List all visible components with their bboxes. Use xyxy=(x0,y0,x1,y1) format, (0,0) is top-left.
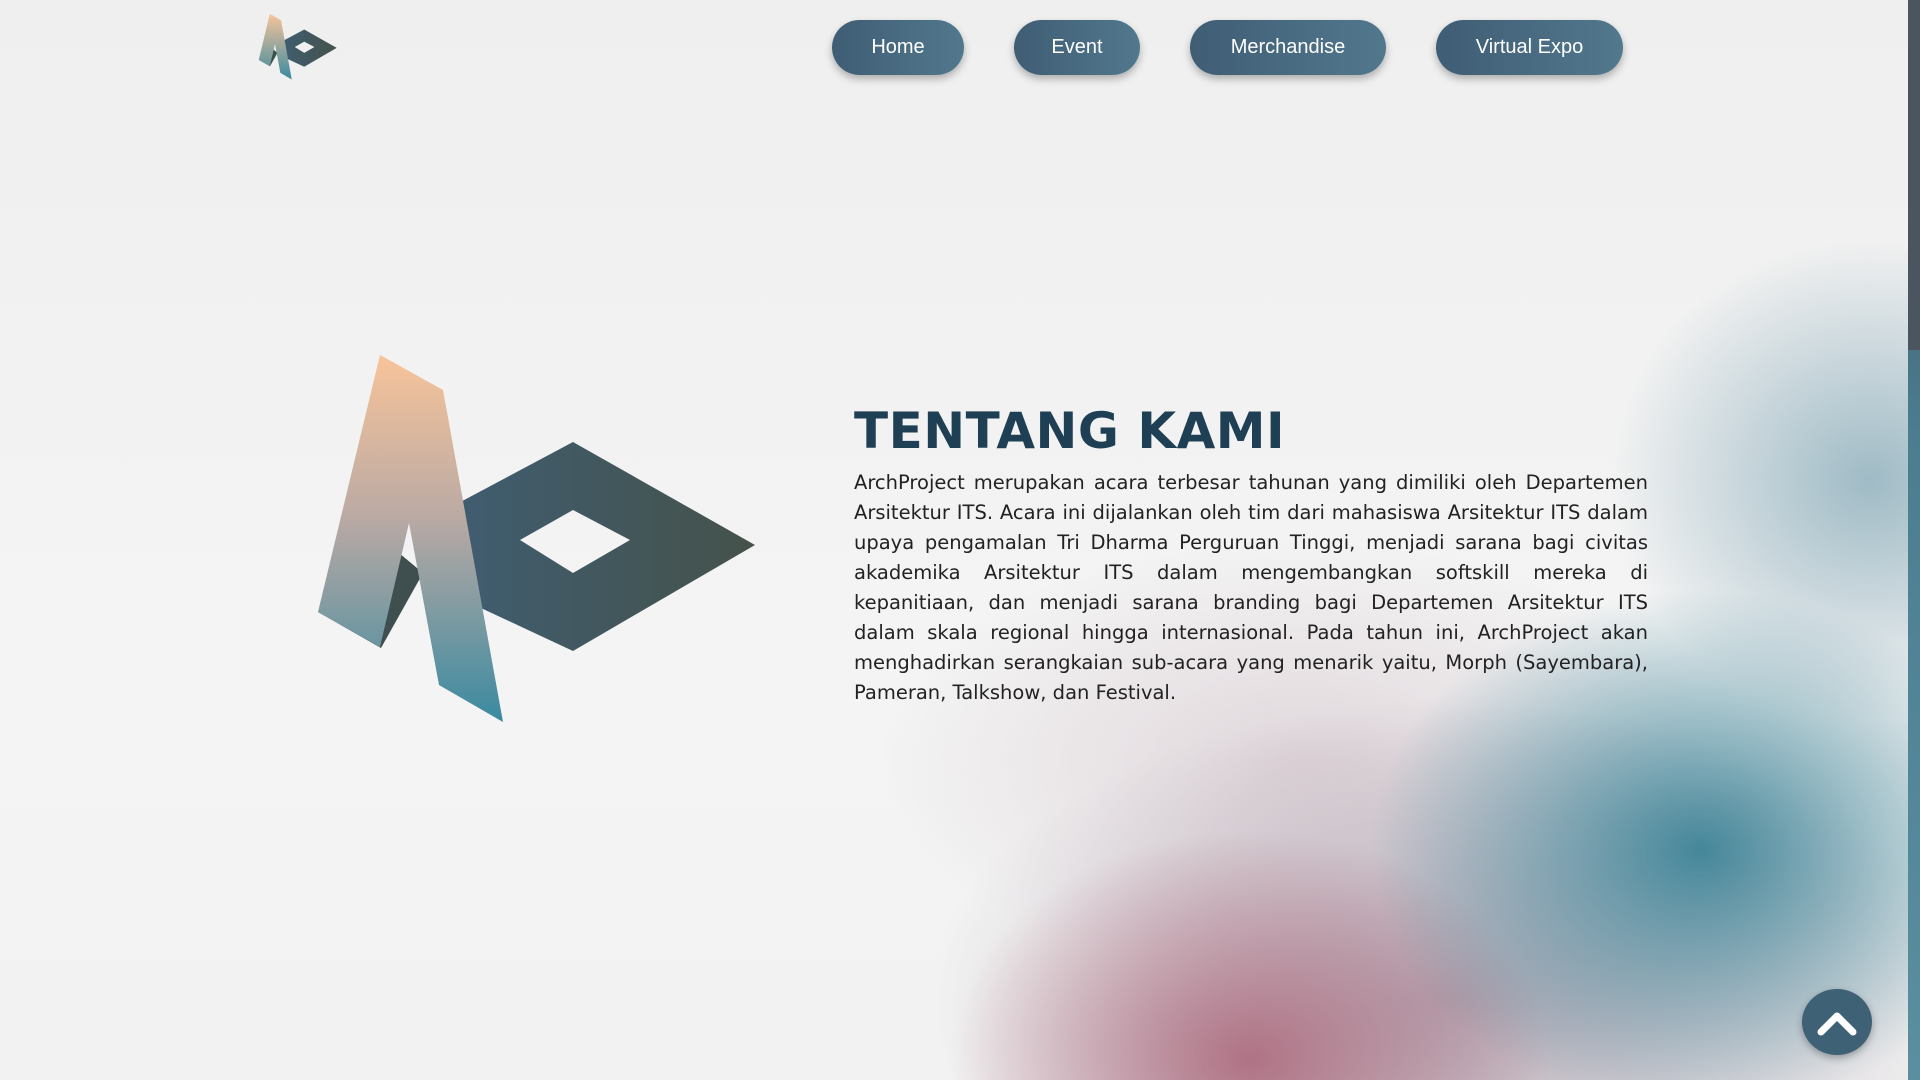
nav-virtual-expo-button[interactable]: Virtual Expo xyxy=(1436,20,1623,75)
chevron-up-icon xyxy=(1817,1012,1857,1036)
archproject-large-logo xyxy=(318,355,755,722)
nav-home-button[interactable]: Home xyxy=(832,20,964,75)
about-section: TENTANG KAMI ArchProject merupakan acara… xyxy=(854,400,1648,708)
nav-event-button[interactable]: Event xyxy=(1014,20,1140,75)
main-nav: Home Event Merchandise Virtual Expo xyxy=(0,20,1920,76)
scrollbar-track[interactable] xyxy=(1908,0,1920,1080)
nav-merchandise-button[interactable]: Merchandise xyxy=(1190,20,1386,75)
back-to-top-button[interactable] xyxy=(1802,989,1872,1055)
about-title: TENTANG KAMI xyxy=(854,402,1286,460)
about-description: ArchProject merupakan acara terbesar tah… xyxy=(854,471,1648,704)
